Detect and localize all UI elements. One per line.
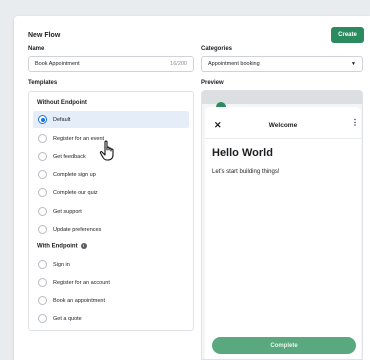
preview-label: Preview [201,80,224,86]
template-option-get-support[interactable]: Get support [33,203,189,220]
template-option-book-appointment[interactable]: Book an appointment [33,292,189,309]
divider [205,138,361,139]
radio-icon[interactable] [38,188,47,197]
categories-value: Appointment booking [208,61,260,67]
preview-chat-header [202,91,362,104]
hand-cursor-icon [99,140,114,161]
more-vertical-icon[interactable]: ⋮ [351,119,359,127]
radio-icon[interactable] [38,314,47,323]
template-option-sign-in[interactable]: Sign in [33,256,189,273]
template-option-get-quote[interactable]: Get a quote [33,310,189,327]
radio-icon[interactable] [38,152,47,161]
name-label: Name [28,46,45,52]
categories-label: Categories [201,46,233,52]
name-value: Book Appointment [35,61,80,67]
radio-icon[interactable] [38,170,47,179]
radio-selected-icon[interactable] [38,115,47,124]
template-option-complete-signup[interactable]: Complete sign up [33,166,189,183]
chevron-down-icon: ▼ [351,61,356,67]
radio-icon[interactable] [38,296,47,305]
info-icon[interactable]: i [80,243,87,249]
templates-list: Without Endpoint Default Register for an… [28,91,194,331]
preview-heading: Hello World [212,147,273,159]
radio-icon[interactable] [38,260,47,269]
create-button[interactable]: Create [331,27,364,43]
categories-select[interactable]: Appointment booking ▼ [201,56,363,72]
complete-button[interactable]: Complete [212,337,356,354]
template-option-update-preferences[interactable]: Update preferences [33,221,189,238]
preview-sheet: ✕ Welcome ⋮ Hello World Let's start buil… [205,107,361,359]
without-endpoint-heading: Without Endpoint [37,100,87,106]
radio-icon[interactable] [38,207,47,216]
radio-icon[interactable] [38,278,47,287]
name-counter: 16/200 [170,61,187,67]
sheet-title: Welcome [268,122,298,129]
page-title: New Flow [28,32,61,39]
template-option-default[interactable]: Default [33,111,189,128]
radio-icon[interactable] [38,225,47,234]
radio-icon[interactable] [38,134,47,143]
preview-panel: ✕ Welcome ⋮ Hello World Let's start buil… [201,90,363,360]
name-field[interactable]: Book Appointment 16/200 [28,56,194,72]
preview-body: Let's start building things! [212,169,280,175]
template-option-register-account[interactable]: Register for an account [33,274,189,291]
with-endpoint-heading: With Endpoint i [37,243,87,250]
template-option-complete-quiz[interactable]: Complete our quiz [33,184,189,201]
templates-label: Templates [28,80,58,86]
